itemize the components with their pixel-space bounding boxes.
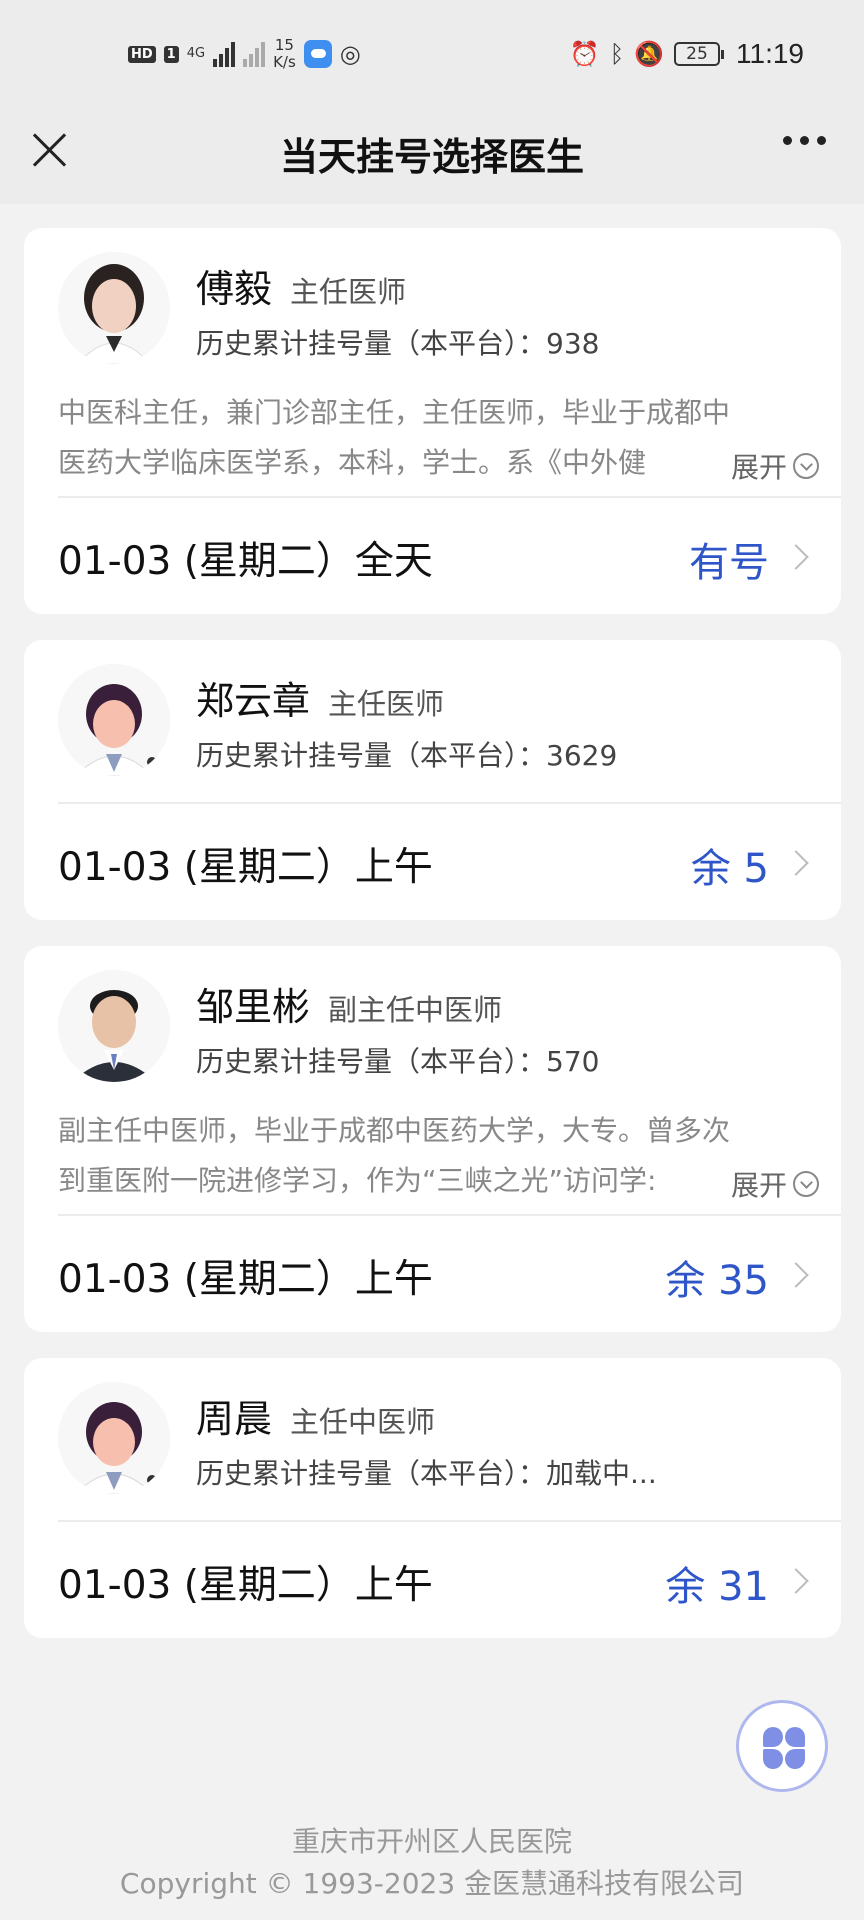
more-icon[interactable] [783, 136, 826, 145]
hd-indicator: HD [128, 45, 156, 63]
signal-icon [213, 41, 236, 67]
page-title: 当天挂号选择医生 [279, 135, 584, 179]
doctor-name: 傅毅 [196, 267, 273, 311]
footer-hospital: 重庆市开州区人民医院 [291, 1825, 572, 1858]
doctor-description: 中医科主任，兼门诊部主任，主任医师，毕业于成都中 医药大学临床医学系，本科，学士… [58, 388, 818, 488]
slot-date: 01-03 (星期二）上午 [58, 1257, 433, 1302]
battery-icon: 25 [674, 42, 724, 66]
expand-label: 展开 [730, 1169, 787, 1202]
count-value: 加载中... [546, 1457, 657, 1490]
count-label: 历史累计挂号量（本平台）： [196, 1045, 547, 1078]
registration-count: 历史累计挂号量（本平台）：加载中... [196, 1452, 657, 1492]
expand-label: 展开 [730, 451, 787, 484]
expand-button[interactable]: 展开 [731, 1164, 819, 1204]
slot-date: 01-03 (星期二）全天 [58, 539, 433, 584]
chevron-down-icon [793, 1171, 819, 1197]
chevron-right-icon [783, 1568, 809, 1594]
weather-app-icon [303, 40, 332, 68]
doctor-card[interactable]: 郑云章 主任医师 历史累计挂号量（本平台）：3629 01-03 (星期二）上午 … [24, 640, 841, 920]
hotspot-icon: ◎ [339, 40, 361, 68]
mute-bell-icon: 🔕 [634, 40, 664, 68]
male-doctor-photo-icon [58, 970, 170, 1082]
doctor-name: 邹里彬 [196, 985, 311, 1029]
nav-bar: 当天挂号选择医生 [0, 108, 864, 204]
clover-icon-leaf [763, 1749, 783, 1769]
doctor-title: 主任中医师 [290, 1405, 436, 1439]
signal-2-icon [243, 41, 266, 67]
doctor-name: 周晨 [196, 1397, 273, 1441]
female-doctor-photo-icon [58, 252, 170, 364]
divider [58, 1520, 841, 1522]
doctor-card[interactable]: 周晨 主任中医师 历史累计挂号量（本平台）：加载中... 01-03 (星期二）上… [24, 1358, 841, 1638]
doctor-description: 副主任中医师，毕业于成都中医药大学，大专。曾多次 到重医附一院进修学习，作为“三… [58, 1106, 818, 1206]
doctor-name-row: 傅毅 主任医师 [196, 258, 406, 313]
slot-date: 01-03 (星期二）上午 [58, 1563, 433, 1608]
registration-count: 历史累计挂号量（本平台）：570 [196, 1040, 599, 1080]
clover-icon [763, 1727, 783, 1747]
network-speed: 15 K/s [273, 37, 296, 71]
network-type: 4G [186, 46, 206, 61]
doctor-name: 郑云章 [196, 679, 311, 723]
chevron-right-icon [783, 544, 809, 570]
doctor-title: 副主任中医师 [328, 993, 503, 1027]
doctor-name-row: 周晨 主任中医师 [196, 1388, 435, 1443]
doctor-card[interactable]: 邹里彬 副主任中医师 历史累计挂号量（本平台）：570 副主任中医师，毕业于成都中… [24, 946, 841, 1332]
slot-availability[interactable]: 余 5 [691, 836, 769, 894]
registration-count: 历史累计挂号量（本平台）：938 [196, 322, 599, 362]
description-line: 副主任中医师，毕业于成都中医药大学，大专。曾多次 [58, 1114, 731, 1147]
chevron-down-icon [793, 453, 819, 479]
chevron-right-icon [783, 850, 809, 876]
slot-availability[interactable]: 余 35 [665, 1248, 769, 1306]
description-line: 到重医附一院进修学习，作为“三峡之光”访问学: [58, 1164, 657, 1197]
doctor-card[interactable]: 傅毅 主任医师 历史累计挂号量（本平台）：938 中医科主任，兼门诊部主任，主任医… [24, 228, 841, 614]
expand-button[interactable]: 展开 [731, 446, 819, 486]
doctor-avatar [58, 970, 170, 1082]
slot-date: 01-03 (星期二）上午 [58, 845, 433, 890]
clock: 11:19 [736, 38, 804, 69]
doctor-avatar [58, 1382, 170, 1494]
status-bar: HD 1 4G 15 K/s ◎ ⏰ ᛒ 🔕 25 11:19 [0, 0, 864, 108]
sim-indicator: 1 [163, 45, 179, 63]
doctor-title: 主任医师 [328, 687, 445, 721]
doctor-name-row: 郑云章 主任医师 [196, 670, 444, 725]
divider [58, 802, 841, 804]
count-value: 3629 [546, 739, 618, 772]
slot-availability[interactable]: 余 31 [665, 1554, 769, 1612]
count-value: 938 [546, 327, 600, 360]
doctor-avatar [58, 664, 170, 776]
floating-menu-button[interactable] [736, 1700, 828, 1792]
speed-value: 15 [274, 36, 294, 54]
description-line: 中医科主任，兼门诊部主任，主任医师，毕业于成都中 [58, 396, 731, 429]
count-value: 570 [546, 1045, 600, 1078]
clover-icon-leaf [785, 1727, 805, 1747]
count-label: 历史累计挂号量（本平台）： [196, 1457, 547, 1490]
doctor-title: 主任医师 [290, 275, 407, 309]
divider [58, 1214, 841, 1216]
footer-copyright: Copyright © 1993-2023 金医慧通科技有限公司 [119, 1867, 745, 1900]
divider [58, 496, 841, 498]
doctor-avatar [58, 252, 170, 364]
bluetooth-icon: ᛒ [609, 40, 625, 68]
clover-icon-leaf [785, 1749, 805, 1769]
count-label: 历史累计挂号量（本平台）： [196, 739, 547, 772]
description-line: 医药大学临床医学系，本科，学士。系《中外健 [58, 446, 647, 479]
count-label: 历史累计挂号量（本平台）： [196, 327, 547, 360]
default-doctor-avatar-icon [58, 664, 170, 776]
alarm-icon: ⏰ [569, 40, 600, 68]
doctor-name-row: 邹里彬 副主任中医师 [196, 976, 502, 1031]
default-doctor-avatar-icon [58, 1382, 170, 1494]
slot-availability[interactable]: 有号 [689, 530, 769, 588]
speed-unit: K/s [273, 53, 296, 71]
registration-count: 历史累计挂号量（本平台）：3629 [196, 734, 617, 774]
chevron-right-icon [783, 1262, 809, 1288]
